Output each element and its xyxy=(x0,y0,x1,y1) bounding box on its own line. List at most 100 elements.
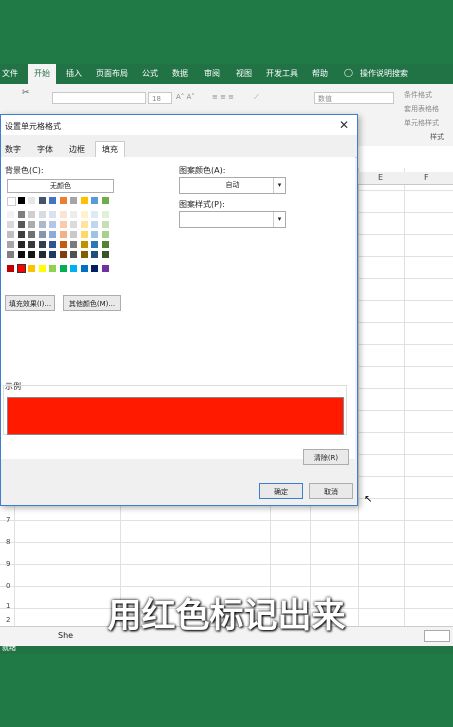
color-swatch[interactable] xyxy=(80,251,88,258)
color-swatch[interactable] xyxy=(70,211,77,218)
column-e[interactable]: E xyxy=(378,173,383,182)
color-swatch[interactable] xyxy=(38,241,46,248)
color-swatch[interactable] xyxy=(49,241,56,248)
color-swatch[interactable] xyxy=(49,265,56,272)
ok-button[interactable]: 确定 xyxy=(259,483,303,499)
color-swatch[interactable] xyxy=(59,251,67,258)
color-swatch[interactable] xyxy=(17,241,25,248)
number-format-field[interactable]: 数值 xyxy=(314,92,394,104)
color-swatch[interactable] xyxy=(49,197,56,204)
color-swatch[interactable] xyxy=(38,231,46,238)
color-swatch[interactable] xyxy=(101,251,109,258)
color-swatch[interactable] xyxy=(38,211,46,218)
color-swatch[interactable] xyxy=(28,241,35,248)
color-swatch[interactable] xyxy=(7,197,16,206)
row-header[interactable]: 7 xyxy=(6,516,10,524)
tab-border[interactable]: 边框 xyxy=(69,144,85,155)
color-swatch[interactable] xyxy=(38,221,46,228)
color-swatch[interactable] xyxy=(80,211,88,218)
color-swatch[interactable] xyxy=(80,231,88,238)
color-swatch[interactable] xyxy=(59,211,67,218)
tab-home[interactable]: 开始 xyxy=(28,64,56,84)
color-swatch[interactable] xyxy=(59,221,67,228)
color-swatch[interactable] xyxy=(91,221,98,228)
color-swatch[interactable] xyxy=(101,231,109,238)
color-swatch[interactable] xyxy=(28,251,35,258)
fill-effects-button[interactable]: 填充效果(I)... xyxy=(5,295,55,311)
font-name-field[interactable] xyxy=(52,92,146,104)
color-swatch[interactable] xyxy=(17,197,25,204)
color-swatch[interactable] xyxy=(80,221,88,228)
color-swatch[interactable] xyxy=(91,251,98,258)
tab-page-layout[interactable]: 页面布局 xyxy=(96,68,128,79)
close-icon[interactable]: ✕ xyxy=(339,118,349,132)
row-header[interactable]: 8 xyxy=(6,538,10,546)
align-icon[interactable]: ≡ ≡ ≡ xyxy=(212,93,234,101)
color-swatch[interactable] xyxy=(28,231,35,238)
tab-formulas[interactable]: 公式 xyxy=(142,68,158,79)
color-swatch[interactable] xyxy=(91,231,98,238)
color-swatch[interactable] xyxy=(101,197,109,204)
color-swatch[interactable] xyxy=(70,197,77,204)
color-swatch[interactable] xyxy=(28,221,35,228)
tab-review[interactable]: 审阅 xyxy=(204,68,220,79)
color-swatch[interactable] xyxy=(59,241,67,248)
color-swatch[interactable] xyxy=(70,221,77,228)
search-label[interactable]: 操作说明搜索 xyxy=(360,68,408,79)
color-swatch[interactable] xyxy=(38,251,46,258)
tab-view[interactable]: 视图 xyxy=(236,68,252,79)
color-swatch[interactable] xyxy=(7,265,14,272)
color-swatch[interactable] xyxy=(7,251,14,258)
dialog-title-bar[interactable]: 设置单元格格式 ✕ xyxy=(1,115,357,135)
color-swatch[interactable] xyxy=(7,221,14,228)
color-swatch[interactable] xyxy=(17,231,25,238)
grow-font-icon[interactable]: A˄ A˅ xyxy=(176,93,195,101)
color-swatch[interactable] xyxy=(101,265,109,272)
color-swatch[interactable] xyxy=(7,211,14,218)
row-header[interactable]: 9 xyxy=(6,560,10,568)
clear-button[interactable]: 清除(R) xyxy=(303,449,349,465)
color-swatch[interactable] xyxy=(59,197,67,204)
column-f[interactable]: F xyxy=(424,173,429,182)
color-swatch[interactable] xyxy=(59,265,67,272)
color-swatch[interactable] xyxy=(16,264,26,273)
color-swatch[interactable] xyxy=(80,265,88,272)
color-swatch[interactable] xyxy=(17,251,25,258)
color-swatch[interactable] xyxy=(7,241,14,248)
color-swatch[interactable] xyxy=(28,211,35,218)
conditional-format-button[interactable]: 条件格式 xyxy=(404,90,432,100)
color-swatch[interactable] xyxy=(7,231,14,238)
tab-number[interactable]: 数字 xyxy=(5,144,21,155)
color-swatch[interactable] xyxy=(70,265,77,272)
color-swatch[interactable] xyxy=(49,251,56,258)
table-format-button[interactable]: 套用表格格 xyxy=(404,104,439,114)
more-colors-button[interactable]: 其他颜色(M)... xyxy=(63,295,121,311)
color-swatch[interactable] xyxy=(91,211,98,218)
color-swatch[interactable] xyxy=(17,221,25,228)
tab-developer[interactable]: 开发工具 xyxy=(266,68,298,79)
color-swatch[interactable] xyxy=(38,265,46,272)
orientation-icon[interactable]: ⟋ xyxy=(254,93,259,102)
tab-insert[interactable]: 插入 xyxy=(66,68,82,79)
chevron-down-icon[interactable]: ▾ xyxy=(273,178,285,193)
color-swatch[interactable] xyxy=(70,231,77,238)
color-swatch[interactable] xyxy=(80,241,88,248)
cancel-button[interactable]: 取消 xyxy=(309,483,353,499)
tab-font[interactable]: 字体 xyxy=(37,144,53,155)
chevron-down-icon[interactable]: ▾ xyxy=(273,212,285,227)
color-swatch[interactable] xyxy=(91,197,98,204)
color-swatch[interactable] xyxy=(70,251,77,258)
color-swatch[interactable] xyxy=(49,221,56,228)
color-swatch[interactable] xyxy=(28,197,35,204)
color-swatch[interactable] xyxy=(17,211,25,218)
tab-fill[interactable]: 填充 xyxy=(95,141,125,157)
font-size-field[interactable]: 18 xyxy=(148,92,172,104)
color-swatch[interactable] xyxy=(70,241,77,248)
color-swatch[interactable] xyxy=(28,265,35,272)
color-swatch[interactable] xyxy=(101,211,109,218)
no-color-button[interactable]: 无颜色 xyxy=(7,179,114,193)
color-swatch[interactable] xyxy=(101,241,109,248)
color-swatch[interactable] xyxy=(80,197,88,204)
color-swatch[interactable] xyxy=(38,197,46,204)
tab-data[interactable]: 数据 xyxy=(172,68,188,79)
